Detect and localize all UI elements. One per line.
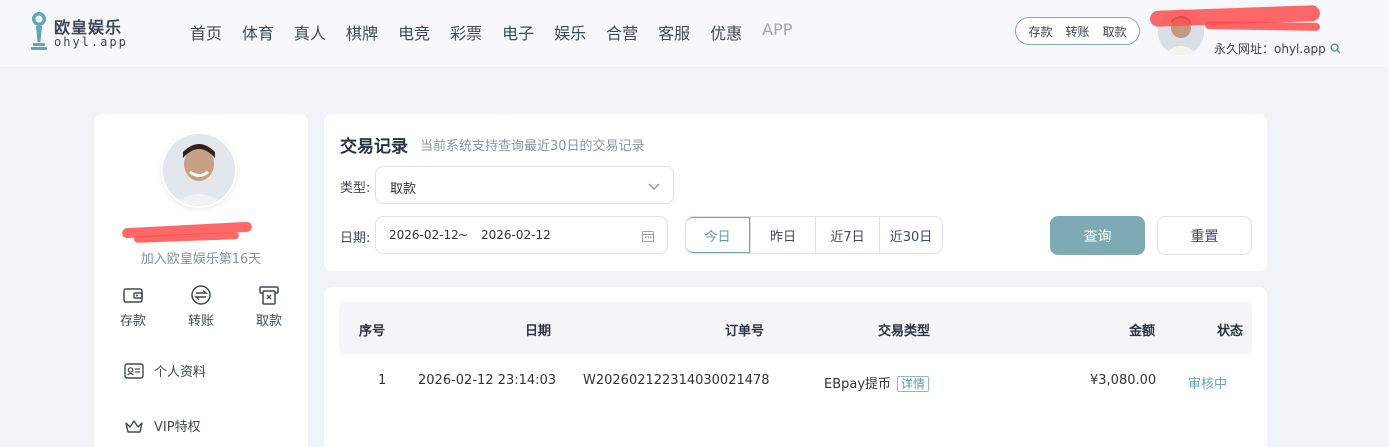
- id-card-icon: [124, 362, 144, 379]
- main-nav: 首页 体育 真人 棋牌 电竞 彩票 电子 娱乐 合营 客服 优惠 APP: [190, 20, 812, 44]
- transfer-label: 转账: [187, 314, 214, 329]
- wallet-icon: [123, 288, 143, 303]
- join-days-text: 加入欧皇娱乐第16天: [140, 252, 262, 267]
- withdraw-icon: [259, 286, 279, 305]
- range-today[interactable]: 今日: [686, 217, 750, 253]
- nav-partner[interactable]: 合营: [606, 20, 638, 44]
- search-icon[interactable]: [1330, 43, 1341, 54]
- nav-chess[interactable]: 棋牌: [346, 20, 378, 44]
- query-button[interactable]: 查询: [1050, 216, 1145, 255]
- date-start[interactable]: 2026-02-12: [389, 228, 459, 242]
- row-type-text: EBpay提币: [824, 377, 892, 392]
- date-range-picker[interactable]: 2026-02-12 ~ 2026-02-12: [375, 216, 668, 254]
- chevron-down-icon: [648, 183, 660, 190]
- transaction-table: 序号 日期 订单号 交易类型 金额 状态 1 2026-02-12 23:14:…: [324, 287, 1267, 447]
- permanent-url-text: 永久网址：ohyl.app: [1214, 42, 1326, 56]
- menu-vip[interactable]: VIP特权: [124, 416, 201, 435]
- type-label: 类型:: [340, 181, 371, 196]
- transfer-icon: [191, 285, 211, 305]
- range-30-days[interactable]: 近30日: [879, 217, 942, 253]
- row-status: 审核中: [1188, 377, 1228, 392]
- type-select-value: 取款: [390, 182, 417, 197]
- col-type: 交易类型: [878, 324, 931, 339]
- fund-actions: 存款 转账 取款: [1015, 17, 1140, 45]
- row-order-no: W202602122314030021478: [583, 373, 770, 388]
- row-amount: ¥3,080.00: [1090, 373, 1157, 388]
- col-date: 日期: [525, 324, 552, 339]
- date-separator: ~: [458, 228, 469, 242]
- transfer-button[interactable]: 转账: [176, 284, 226, 329]
- reset-button[interactable]: 重置: [1157, 216, 1252, 255]
- withdraw-label: 取款: [255, 314, 282, 329]
- page-subtitle: 当前系统支持查询最近30日的交易记录: [420, 139, 645, 154]
- col-status: 状态: [1217, 324, 1244, 339]
- redacted-username-mark: [1204, 20, 1321, 32]
- nav-home[interactable]: 首页: [190, 20, 222, 44]
- deposit-label: 存款: [119, 314, 146, 329]
- trophy-logo-icon: [31, 12, 47, 50]
- permanent-url: 永久网址：ohyl.app: [1214, 40, 1341, 57]
- detail-link[interactable]: 详情: [897, 376, 930, 392]
- col-order-no: 订单号: [725, 324, 765, 339]
- nav-support[interactable]: 客服: [658, 20, 690, 44]
- logo[interactable]: 欧皇娱乐 ohyl.app: [28, 10, 128, 54]
- nav-entertainment[interactable]: 娱乐: [554, 20, 586, 44]
- menu-vip-label: VIP特权: [154, 420, 201, 435]
- row-index: 1: [378, 373, 387, 388]
- nav-live[interactable]: 真人: [294, 20, 326, 44]
- range-yesterday[interactable]: 昨日: [750, 217, 815, 253]
- top-header: 欧皇娱乐 ohyl.app 首页 体育 真人 棋牌 电竞 彩票 电子 娱乐 合营…: [0, 0, 1389, 68]
- row-type: EBpay提币 详情: [824, 373, 930, 392]
- nav-sports[interactable]: 体育: [242, 20, 274, 44]
- menu-profile-label: 个人资料: [154, 365, 207, 380]
- header-deposit-link[interactable]: 存款: [1028, 23, 1052, 40]
- page-title: 交易记录: [340, 137, 408, 157]
- avatar-person-icon: [163, 134, 235, 206]
- col-index: 序号: [359, 324, 386, 339]
- date-end[interactable]: 2026-02-12: [481, 228, 551, 242]
- date-label: 日期:: [340, 231, 371, 246]
- col-amount: 金额: [1129, 324, 1156, 339]
- nav-lottery[interactable]: 彩票: [450, 20, 482, 44]
- deposit-button[interactable]: 存款: [108, 284, 158, 329]
- user-sidebar: 加入欧皇娱乐第16天 存款 转账 取款 个人资料 VIP特权: [94, 114, 308, 447]
- type-select[interactable]: 取款: [375, 166, 674, 204]
- logo-subtitle: ohyl.app: [54, 35, 128, 49]
- row-date: 2026-02-12 23:14:03: [418, 373, 557, 388]
- table-header: 序号 日期 订单号 交易类型 金额 状态: [339, 302, 1252, 354]
- quick-range-tabs: 今日 昨日 近7日 近30日: [685, 216, 943, 254]
- header-transfer-link[interactable]: 转账: [1065, 23, 1089, 40]
- header-withdraw-link[interactable]: 取款: [1102, 23, 1126, 40]
- crown-icon: [125, 419, 143, 433]
- nav-promotions[interactable]: 优惠: [710, 20, 742, 44]
- quick-actions: 存款 转账 取款: [108, 284, 294, 329]
- range-7-days[interactable]: 近7日: [815, 217, 879, 253]
- transaction-filter: 交易记录 当前系统支持查询最近30日的交易记录 类型: 取款 日期: 2026-…: [324, 114, 1267, 271]
- user-avatar: [161, 132, 237, 208]
- nav-app[interactable]: APP: [762, 20, 792, 44]
- calendar-icon: [641, 230, 655, 243]
- nav-esports[interactable]: 电竞: [398, 20, 430, 44]
- menu-profile[interactable]: 个人资料: [124, 361, 206, 380]
- nav-slots[interactable]: 电子: [502, 20, 534, 44]
- withdraw-button[interactable]: 取款: [244, 284, 294, 329]
